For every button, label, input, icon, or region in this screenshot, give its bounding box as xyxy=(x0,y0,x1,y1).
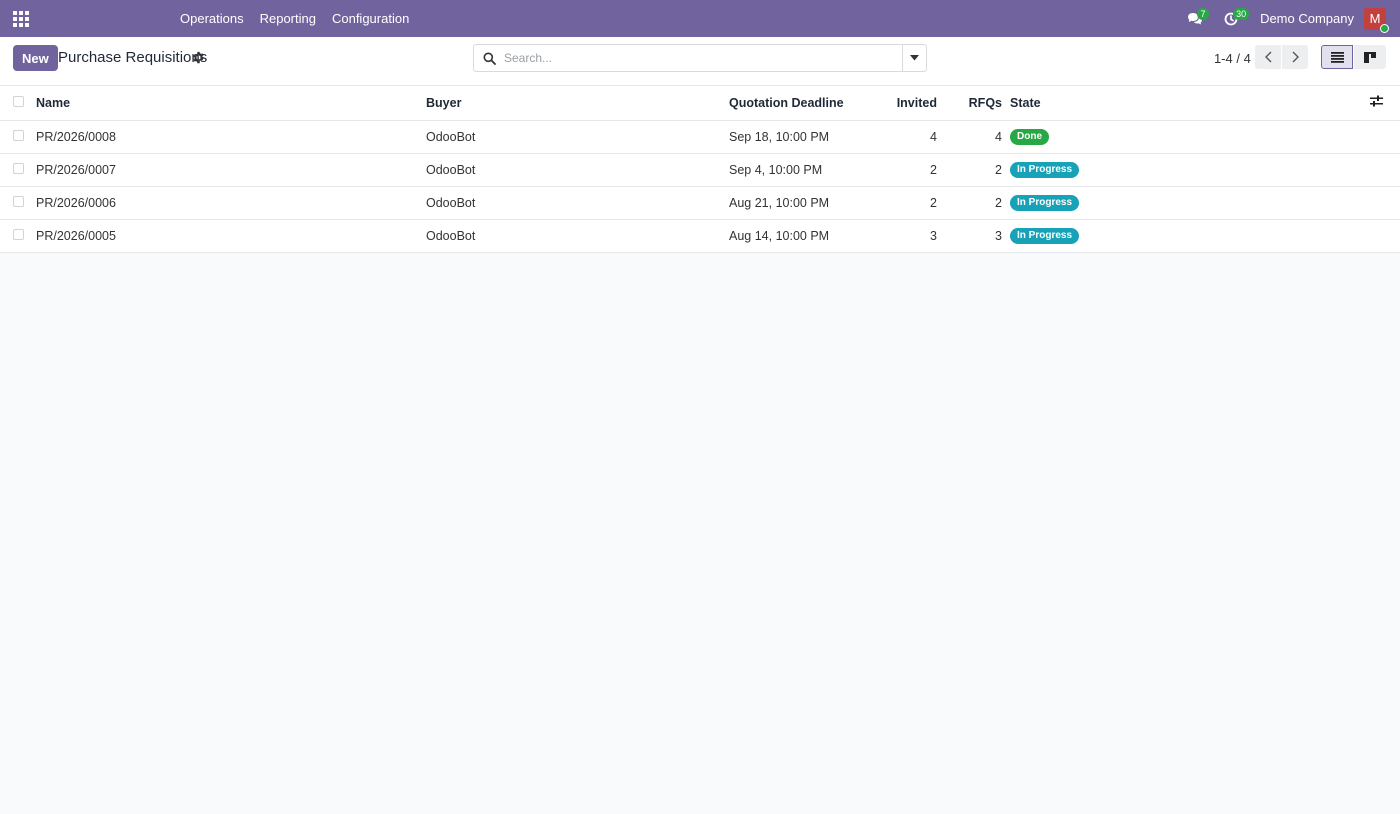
column-header-name[interactable]: Name xyxy=(36,86,426,121)
cell-name: PR/2026/0006 xyxy=(36,186,426,220)
cell-name: PR/2026/0007 xyxy=(36,153,426,187)
cell-rfqs: 2 xyxy=(937,153,1002,187)
new-button[interactable]: New xyxy=(13,45,58,71)
cell-invited: 2 xyxy=(879,153,937,187)
table-row[interactable]: PR/2026/0008 OdooBot Sep 18, 10:00 PM 4 … xyxy=(0,120,1400,154)
cell-empty xyxy=(1370,186,1400,220)
cell-buyer: OdooBot xyxy=(426,153,729,187)
systray: 7 30 Demo Company M xyxy=(1180,0,1400,37)
status-badge: In Progress xyxy=(1010,162,1080,178)
company-switcher[interactable]: Demo Company xyxy=(1260,11,1354,26)
row-select-cell xyxy=(0,186,36,220)
cell-rfqs: 4 xyxy=(937,120,1002,154)
table-header-row: Name Buyer Quotation Deadline Invited RF… xyxy=(0,86,1400,121)
kanban-icon xyxy=(1364,51,1376,63)
menu-operations[interactable]: Operations xyxy=(172,0,252,37)
cell-deadline: Aug 21, 10:00 PM xyxy=(729,186,879,220)
search-bar xyxy=(473,44,927,72)
user-avatar[interactable]: M xyxy=(1364,7,1389,33)
cell-buyer: OdooBot xyxy=(426,219,729,253)
row-checkbox[interactable] xyxy=(13,162,24,174)
cell-empty xyxy=(1370,219,1400,253)
top-navbar: Operations Reporting Configuration 7 30 … xyxy=(0,0,1400,37)
cell-buyer: OdooBot xyxy=(426,186,729,220)
row-select-cell xyxy=(0,120,36,154)
select-all-checkbox[interactable] xyxy=(13,95,24,107)
column-header-buyer[interactable]: Buyer xyxy=(426,86,729,121)
column-header-deadline[interactable]: Quotation Deadline xyxy=(729,86,879,121)
chevron-left-icon xyxy=(1264,51,1271,63)
column-header-invited[interactable]: Invited xyxy=(879,86,937,121)
cell-empty xyxy=(1370,153,1400,187)
cell-rfqs: 3 xyxy=(937,219,1002,253)
cell-deadline: Sep 18, 10:00 PM xyxy=(729,120,879,154)
search-input[interactable] xyxy=(504,46,902,70)
optional-columns-cell xyxy=(1370,86,1400,121)
gear-icon[interactable] xyxy=(192,51,205,64)
chevron-right-icon xyxy=(1292,51,1299,63)
pager-previous-button[interactable] xyxy=(1255,45,1281,69)
activities-count-badge: 30 xyxy=(1233,8,1250,20)
menu-configuration[interactable]: Configuration xyxy=(324,0,417,37)
online-status-icon xyxy=(1380,23,1389,33)
table-row[interactable]: PR/2026/0005 OdooBot Aug 14, 10:00 PM 3 … xyxy=(0,219,1400,253)
caret-down-icon xyxy=(910,55,919,61)
cell-invited: 3 xyxy=(879,219,937,253)
menu-reporting[interactable]: Reporting xyxy=(252,0,324,37)
select-all-cell xyxy=(0,86,36,121)
cell-rfqs: 2 xyxy=(937,186,1002,220)
apps-menu-icon[interactable] xyxy=(12,10,30,28)
breadcrumb-title: Purchase Requisitions xyxy=(58,49,208,66)
kanban-view-button[interactable] xyxy=(1354,45,1386,69)
activities-button[interactable]: 30 xyxy=(1216,0,1250,37)
row-checkbox[interactable] xyxy=(13,195,24,207)
requisitions-table: Name Buyer Quotation Deadline Invited RF… xyxy=(0,86,1400,253)
cell-buyer: OdooBot xyxy=(426,120,729,154)
cell-empty xyxy=(1370,120,1400,154)
cell-deadline: Sep 4, 10:00 PM xyxy=(729,153,879,187)
list-view-button[interactable] xyxy=(1321,45,1353,69)
search-icon xyxy=(474,45,504,71)
status-badge: In Progress xyxy=(1010,228,1080,244)
row-checkbox[interactable] xyxy=(13,228,24,240)
cell-name: PR/2026/0005 xyxy=(36,219,426,253)
cell-deadline: Aug 14, 10:00 PM xyxy=(729,219,879,253)
cell-name: PR/2026/0008 xyxy=(36,120,426,154)
cell-state: In Progress xyxy=(1002,219,1370,253)
status-badge: Done xyxy=(1010,129,1049,145)
messages-count-badge: 7 xyxy=(1197,8,1210,20)
cell-state: In Progress xyxy=(1002,153,1370,187)
column-header-rfqs[interactable]: RFQs xyxy=(937,86,1002,121)
pager-value[interactable]: 1-4 / 4 xyxy=(1214,51,1251,66)
messages-button[interactable]: 7 xyxy=(1180,0,1210,37)
main-menu: Operations Reporting Configuration xyxy=(172,0,417,37)
pager-next-button[interactable] xyxy=(1282,45,1308,69)
search-options-toggle[interactable] xyxy=(902,45,926,71)
cell-state: In Progress xyxy=(1002,186,1370,220)
control-panel: New Purchase Requisitions 1-4 / 4 xyxy=(0,37,1400,86)
status-badge: In Progress xyxy=(1010,195,1080,211)
column-header-state[interactable]: State xyxy=(1002,86,1370,121)
row-checkbox[interactable] xyxy=(13,129,24,141)
row-select-cell xyxy=(0,219,36,253)
table-row[interactable]: PR/2026/0007 OdooBot Sep 4, 10:00 PM 2 2… xyxy=(0,153,1400,187)
cell-invited: 4 xyxy=(879,120,937,154)
cell-invited: 2 xyxy=(879,186,937,220)
avatar-initial: M xyxy=(1369,11,1381,26)
list-icon xyxy=(1330,51,1344,63)
sliders-icon[interactable] xyxy=(1370,95,1383,107)
cell-state: Done xyxy=(1002,120,1370,154)
table-row[interactable]: PR/2026/0006 OdooBot Aug 21, 10:00 PM 2 … xyxy=(0,186,1400,220)
row-select-cell xyxy=(0,153,36,187)
